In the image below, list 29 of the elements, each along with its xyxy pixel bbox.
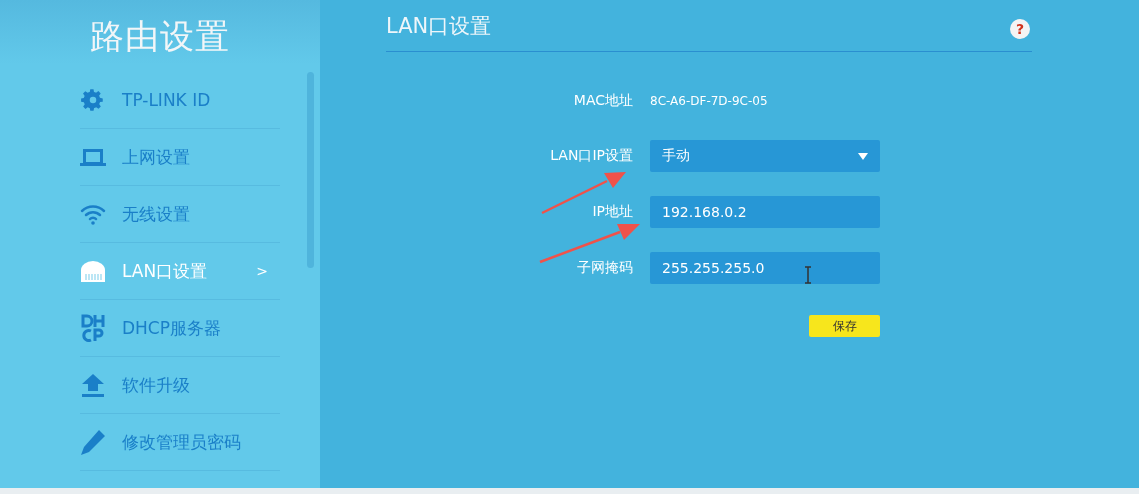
- ethernet-port-icon: [80, 260, 106, 282]
- wifi-icon: [80, 203, 106, 225]
- gear-icon: [80, 87, 106, 113]
- sidebar-title: 路由设置: [89, 15, 231, 58]
- laptop-icon: [80, 147, 106, 167]
- menu-item[interactable]: 无线设置: [80, 186, 280, 243]
- menu-item[interactable]: 上网设置: [80, 129, 280, 186]
- save-button[interactable]: 保存: [809, 315, 880, 337]
- network-icon: [80, 314, 106, 342]
- chevron-icon: >: [256, 263, 268, 279]
- field-label: IP地址: [591, 203, 633, 221]
- help-button[interactable]: ?: [1010, 18, 1030, 39]
- field-label: LAN口IP设置: [549, 147, 633, 165]
- field-label: 子网掩码: [576, 259, 633, 277]
- input-field[interactable]: 192.168.0.2: [650, 196, 880, 228]
- menu-item[interactable]: 修改管理员密码: [80, 414, 280, 471]
- page-title: LAN口设置: [386, 12, 492, 40]
- dropdown[interactable]: 手动: [650, 140, 880, 172]
- menu-item[interactable]: LAN口设置 >: [80, 243, 280, 300]
- field-label: MAC地址: [572, 91, 633, 110]
- mac-address: 8C-A6-DF-7D-9C-05: [650, 94, 769, 108]
- upload-icon: [80, 373, 106, 397]
- menu-item[interactable]: DHCP服务器: [80, 300, 280, 357]
- menu-item[interactable]: 软件升级: [80, 357, 280, 414]
- text-cursor-icon: [804, 266, 812, 284]
- input-field[interactable]: 255.255.255.0: [650, 252, 880, 284]
- caret-icon: [858, 152, 868, 160]
- menu-item[interactable]: TP-LINK ID: [80, 72, 280, 129]
- pencil-icon: [80, 429, 106, 455]
